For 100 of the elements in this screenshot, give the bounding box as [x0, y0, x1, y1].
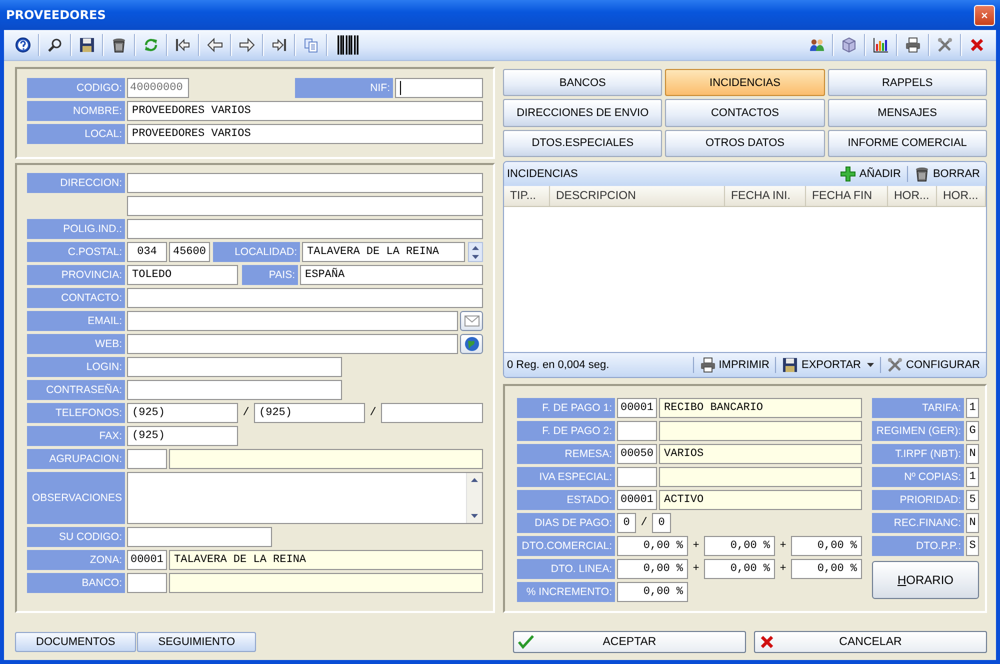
text-field[interactable]: TALAVERA DE LA REINA: [302, 242, 465, 262]
text-field[interactable]: (925): [254, 403, 365, 423]
text-field[interactable]: [127, 219, 483, 239]
text-field[interactable]: [127, 334, 458, 354]
add-button[interactable]: AÑADIR: [838, 164, 903, 184]
text-field[interactable]: PROVEEDORES VARIOS: [127, 101, 483, 121]
column-header[interactable]: FECHA INI.: [725, 186, 806, 206]
text-field[interactable]: 1: [966, 398, 979, 418]
tab[interactable]: CONTACTOS: [665, 99, 825, 127]
column-header[interactable]: TIP...: [504, 186, 550, 206]
text-field[interactable]: 0,00 %: [617, 536, 688, 556]
tab[interactable]: DTOS.ESPECIALES: [503, 130, 662, 157]
export-button[interactable]: EXPORTAR: [780, 355, 876, 375]
text-field[interactable]: [127, 311, 458, 331]
text-field[interactable]: [381, 403, 483, 423]
field-label: PRIORIDAD:: [872, 490, 964, 510]
column-header[interactable]: HOR...: [937, 186, 986, 206]
text-field[interactable]: 0: [652, 513, 671, 533]
text-field[interactable]: 00001: [617, 490, 657, 510]
trash-icon: [111, 37, 127, 53]
field-label: IVA ESPECIAL:: [517, 467, 615, 487]
scrollbar[interactable]: [466, 473, 482, 523]
email-button[interactable]: [460, 311, 483, 331]
text-field[interactable]: 0,00 %: [791, 536, 862, 556]
delete-button[interactable]: BORRAR: [912, 164, 982, 184]
text-field[interactable]: PROVEEDORES VARIOS: [127, 124, 483, 144]
cancel-button[interactable]: CANCELAR: [754, 631, 987, 653]
text-field[interactable]: 0,00 %: [704, 559, 775, 579]
tab[interactable]: DOCUMENTOS: [15, 632, 136, 652]
close-button[interactable]: [974, 4, 995, 26]
spin-button[interactable]: [468, 242, 483, 262]
text-field[interactable]: 00001: [127, 550, 167, 570]
lookup-field[interactable]: [169, 449, 483, 469]
text-field[interactable]: 5: [966, 490, 979, 510]
field-label: C.POSTAL:: [27, 242, 125, 262]
text-field[interactable]: 00001: [617, 398, 657, 418]
lookup-field[interactable]: VARIOS: [659, 444, 862, 464]
lookup-field[interactable]: ACTIVO: [659, 490, 862, 510]
floppy-icon: [782, 357, 798, 373]
text-field[interactable]: [127, 449, 167, 469]
tab[interactable]: OTROS DATOS: [665, 130, 825, 157]
plus-icon: [840, 166, 856, 182]
print-button[interactable]: IMPRIMIR: [698, 355, 772, 375]
text-field[interactable]: N: [966, 513, 979, 533]
text-field[interactable]: 1: [966, 467, 979, 487]
search-icon: [47, 37, 63, 53]
text-field[interactable]: 0: [617, 513, 636, 533]
lookup-field[interactable]: [659, 467, 862, 487]
column-header[interactable]: HOR...: [888, 186, 937, 206]
text-field[interactable]: [127, 196, 483, 216]
field-label: BANCO:: [27, 573, 125, 593]
lookup-field[interactable]: TALAVERA DE LA REINA: [169, 550, 483, 570]
configure-button[interactable]: CONFIGURAR: [885, 355, 982, 375]
text-field[interactable]: [127, 173, 483, 193]
lookup-field[interactable]: RECIBO BANCARIO: [659, 398, 862, 418]
schedule-button[interactable]: HORARIO: [872, 561, 979, 599]
memo-field[interactable]: [127, 472, 483, 524]
text-field[interactable]: G: [966, 421, 979, 441]
text-field[interactable]: 0,00 %: [704, 536, 775, 556]
text-field[interactable]: [617, 421, 657, 441]
text-field[interactable]: 00050: [617, 444, 657, 464]
accept-button[interactable]: ACEPTAR: [513, 631, 746, 653]
text-field[interactable]: [617, 467, 657, 487]
field-label: Nº COPIAS:: [872, 467, 964, 487]
web-button[interactable]: [460, 334, 483, 354]
text-field[interactable]: (925): [127, 403, 238, 423]
field-label: LOCALIDAD:: [213, 242, 300, 262]
text-field[interactable]: ESPAÑA: [300, 265, 483, 285]
cube-icon: [841, 37, 857, 53]
text-field[interactable]: (925): [127, 426, 238, 446]
tab[interactable]: RAPPELS: [828, 69, 987, 96]
column-header[interactable]: FECHA FIN: [806, 186, 888, 206]
tab[interactable]: INFORME COMERCIAL: [828, 130, 987, 157]
lookup-field[interactable]: [659, 421, 862, 441]
text-field[interactable]: N: [966, 444, 979, 464]
lookup-field[interactable]: [169, 573, 483, 593]
tab[interactable]: MENSAJES: [828, 99, 987, 127]
text-field[interactable]: 0,00 %: [617, 559, 688, 579]
text-field[interactable]: [127, 527, 272, 547]
text-field[interactable]: 0,00 %: [791, 559, 862, 579]
text-field[interactable]: TOLEDO: [127, 265, 238, 285]
text-field[interactable]: [127, 288, 483, 308]
field-label: TELEFONOS:: [27, 403, 125, 423]
text-field[interactable]: S: [966, 536, 979, 556]
text-field[interactable]: [395, 78, 483, 98]
tab[interactable]: DIRECCIONES DE ENVIO: [503, 99, 662, 127]
text-field[interactable]: 034: [127, 242, 167, 262]
text-field[interactable]: [127, 357, 342, 377]
field-label: CODIGO:: [27, 78, 125, 98]
tab[interactable]: SEGUIMIENTO: [137, 632, 256, 652]
text-field[interactable]: [127, 380, 342, 400]
tab[interactable]: INCIDENCIAS: [665, 69, 825, 96]
users-icon: [809, 37, 825, 53]
text-field[interactable]: [127, 573, 167, 593]
text-field[interactable]: 45600: [169, 242, 210, 262]
separator-text: /: [640, 516, 648, 531]
text-field[interactable]: 0,00 %: [617, 582, 688, 602]
field-label: DTO.COMERCIAL:: [517, 536, 615, 556]
tab[interactable]: BANCOS: [503, 69, 662, 96]
column-header[interactable]: DESCRIPCION: [550, 186, 725, 206]
